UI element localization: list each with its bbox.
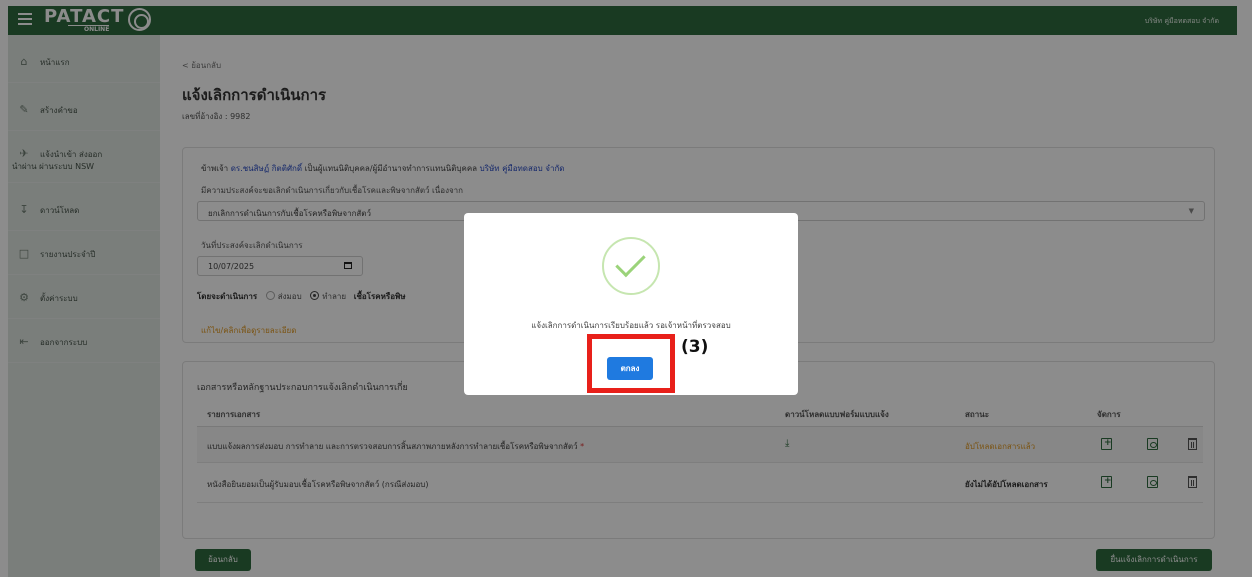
annotation-step-label: (3) [681, 337, 709, 357]
dialog-message: แจ้งเลิกการดำเนินการเรียบร้อยแล้ว รอเจ้า… [531, 321, 731, 330]
annotation-highlight-box [587, 334, 675, 393]
success-check-icon [602, 237, 660, 295]
